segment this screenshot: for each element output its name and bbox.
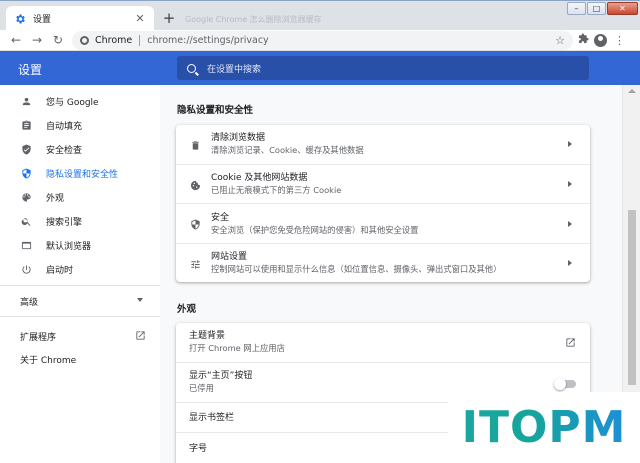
gear-icon [16, 14, 25, 23]
sidebar-item-label: 默认浏览器 [46, 241, 92, 252]
address-bar[interactable]: Chrome chrome://settings/privacy ☆ [72, 31, 573, 50]
shield-icon [189, 218, 201, 230]
close-window-button[interactable]: ✕ [607, 2, 638, 15]
search-icon [187, 63, 196, 73]
shield-icon [20, 167, 32, 179]
chrome-site-icon [80, 36, 89, 45]
sidebar-item-autofill[interactable]: 自动填充 [0, 113, 160, 137]
power-icon [20, 263, 32, 275]
sidebar-divider [0, 285, 160, 286]
search-placeholder: 在设置中搜索 [207, 64, 262, 75]
settings-search-input[interactable]: 在设置中搜索 [177, 56, 589, 80]
chevron-down-icon[interactable] [137, 298, 143, 302]
window-controls: – □ ✕ [567, 2, 638, 15]
settings-sidebar: 您与 Google 自动填充 安全检查 隐私设置和安全性 外观 搜索引擎 默认浏… [0, 85, 160, 463]
clear-browsing-data-row[interactable]: 清除浏览数据 清除浏览记录、Cookie、缓存及其他数据 [176, 125, 590, 164]
palette-icon [20, 191, 32, 203]
row-title: 显示“主页”按钮 [189, 371, 253, 381]
browser-icon [20, 239, 32, 251]
new-tab-button[interactable]: + [159, 9, 179, 29]
chevron-right-icon [568, 221, 572, 227]
sidebar-item-about-chrome[interactable]: 关于 Chrome [20, 353, 76, 366]
address-url[interactable]: chrome://settings/privacy [147, 35, 555, 46]
minimize-button[interactable]: – [567, 2, 586, 15]
appearance-section-title: 外观 [177, 304, 197, 315]
sidebar-item-label: 外观 [46, 193, 65, 204]
tab-strip: 设置 ✕ + Google Chrome 怎么删除浏览器缓存 – □ ✕ [0, 0, 640, 31]
more-menu-icon[interactable]: ⋮ [612, 33, 627, 48]
privacy-card: 清除浏览数据 清除浏览记录、Cookie、缓存及其他数据 Cookie 及其他网… [176, 125, 590, 282]
trash-icon [189, 139, 201, 151]
row-subtitle: 控制网站可以使用和显示什么信息（如位置信息、摄像头、弹出式窗口及其他） [211, 264, 502, 274]
sidebar-item-safety-check[interactable]: 安全检查 [0, 137, 160, 161]
row-title: Cookie 及其他网站数据 [211, 173, 308, 183]
browser-toolbar: ← → ↻ Chrome chrome://settings/privacy ☆… [0, 30, 640, 51]
row-title: 网站设置 [211, 252, 248, 262]
home-button-toggle[interactable] [554, 378, 576, 390]
watermark-text: ITOPM [461, 402, 627, 453]
row-subtitle: 打开 Chrome 网上应用店 [189, 343, 285, 353]
reload-icon[interactable]: ↻ [50, 32, 66, 48]
extensions-puzzle-icon[interactable] [576, 33, 591, 48]
sidebar-item-search-engine[interactable]: 搜索引擎 [0, 209, 160, 233]
watermark-logo: ITOPM [448, 392, 640, 463]
row-subtitle: 已阻止无痕模式下的第三方 Cookie [211, 185, 342, 195]
search-icon [20, 215, 32, 227]
row-title: 安全 [211, 213, 230, 223]
privacy-section-title: 隐私设置和安全性 [177, 105, 254, 116]
row-subtitle: 清除浏览记录、Cookie、缓存及其他数据 [211, 145, 364, 155]
sidebar-item-appearance[interactable]: 外观 [0, 185, 160, 209]
row-title: 主题背景 [189, 331, 226, 341]
sidebar-item-label: 隐私设置和安全性 [46, 169, 119, 180]
page-title: 设置 [18, 63, 43, 77]
chevron-right-icon [568, 260, 572, 266]
row-title: 字号 [189, 444, 208, 454]
row-title: 显示书签栏 [189, 413, 235, 423]
sidebar-item-extensions[interactable]: 扩展程序 [20, 330, 56, 343]
chevron-right-icon [568, 181, 572, 187]
theme-row[interactable]: 主题背景 打开 Chrome 网上应用店 [176, 323, 590, 362]
row-title: 清除浏览数据 [211, 133, 266, 143]
cookies-row[interactable]: Cookie 及其他网站数据 已阻止无痕模式下的第三方 Cookie [176, 164, 590, 203]
sidebar-item-privacy-and-security[interactable]: 隐私设置和安全性 [0, 161, 160, 185]
back-arrow-icon[interactable]: ← [8, 32, 24, 48]
shield-check-icon [20, 143, 32, 155]
row-subtitle: 已停用 [189, 383, 214, 393]
sliders-icon [189, 258, 201, 270]
security-row[interactable]: 安全 安全浏览（保护您免受危险网站的侵害）和其他安全设置 [176, 203, 590, 243]
cookie-icon [189, 179, 201, 191]
person-icon [20, 95, 32, 107]
address-chip: Chrome [95, 35, 133, 46]
background-tab-title[interactable]: Google Chrome 怎么删除浏览器缓存 [185, 14, 355, 24]
forward-arrow-icon[interactable]: → [29, 32, 45, 48]
bookmark-star-icon[interactable]: ☆ [555, 34, 565, 47]
sidebar-item-label: 自动填充 [46, 121, 83, 132]
sidebar-item-label: 安全检查 [46, 145, 83, 156]
scrollbar-thumb[interactable] [628, 210, 636, 385]
clipboard-icon [20, 119, 32, 131]
sidebar-item-default-browser[interactable]: 默认浏览器 [0, 233, 160, 257]
tab-title: 设置 [33, 15, 52, 25]
sidebar-item-label: 搜索引擎 [46, 217, 83, 228]
tab-settings[interactable]: 设置 ✕ [6, 6, 154, 31]
chevron-right-icon [568, 141, 572, 147]
profile-avatar[interactable] [594, 34, 607, 47]
sidebar-item-label: 您与 Google [46, 97, 99, 108]
settings-header: 设置 在设置中搜索 [0, 51, 640, 85]
sidebar-advanced[interactable]: 高级 [20, 295, 38, 308]
scroll-up-arrow-icon[interactable] [628, 89, 636, 93]
sidebar-divider [0, 316, 160, 317]
maximize-button[interactable]: □ [587, 2, 606, 15]
address-separator [139, 35, 141, 46]
row-subtitle: 安全浏览（保护您免受危险网站的侵害）和其他安全设置 [211, 225, 419, 235]
sidebar-item-you-and-google[interactable]: 您与 Google [0, 89, 160, 113]
open-in-new-icon[interactable] [565, 337, 576, 348]
sidebar-item-label: 启动时 [46, 265, 74, 276]
open-in-new-icon[interactable] [135, 330, 146, 341]
site-settings-row[interactable]: 网站设置 控制网站可以使用和显示什么信息（如位置信息、摄像头、弹出式窗口及其他） [176, 243, 590, 282]
sidebar-item-on-startup[interactable]: 启动时 [0, 257, 160, 281]
tab-close-icon[interactable]: ✕ [134, 12, 146, 25]
